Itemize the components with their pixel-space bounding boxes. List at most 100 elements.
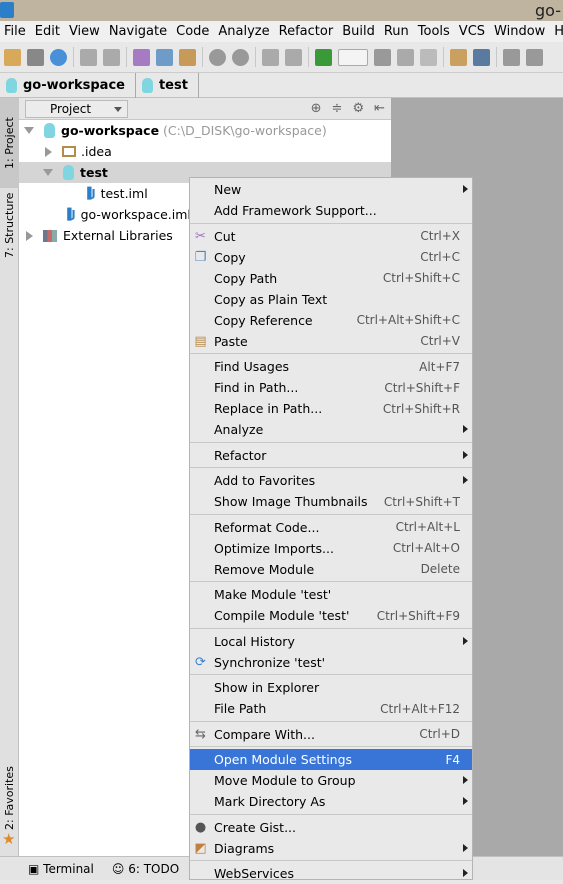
hide-panel-icon[interactable]: ⇤ [374,101,385,116]
menu-tools[interactable]: Tools [414,24,455,39]
menu-item-label: Compile Module 'test' [214,608,350,623]
coverage-icon[interactable] [420,48,437,66]
forward-icon[interactable] [285,48,302,66]
menu-build[interactable]: Build [338,24,380,39]
menu-item-copy-path[interactable]: Copy Path Ctrl+Shift+C [190,268,472,289]
menu-item-remove-module[interactable]: Remove Module Delete [190,559,472,580]
collapse-icon[interactable] [26,230,33,241]
android-sdk-icon[interactable] [503,48,520,66]
cut-icon[interactable] [133,48,150,66]
tree-label: test.iml [100,186,148,201]
breadcrumb-item[interactable]: go-workspace [0,72,136,98]
save-icon[interactable] [27,48,44,66]
gear-icon[interactable]: ⚙ [352,101,364,116]
menu-item-shortcut: Ctrl+Alt+Shift+C [356,313,460,327]
run-config-dropdown[interactable] [338,48,368,66]
menu-item-optimize-imports[interactable]: Optimize Imports... Ctrl+Alt+O [190,538,472,559]
menu-he[interactable]: He [550,24,563,39]
collapse-icon[interactable] [45,146,52,157]
project-view-label: Project [50,101,92,116]
menu-refactor[interactable]: Refactor [275,24,339,39]
github-icon: ● [194,819,207,835]
open-folder-icon[interactable] [4,48,21,66]
menu-item-label: Add Framework Support... [214,203,377,218]
menu-item-new[interactable]: New [190,179,472,200]
menu-item-webservices[interactable]: WebServices [190,863,472,884]
menu-item-replace-in-path[interactable]: Replace in Path... Ctrl+Shift+R [190,398,472,419]
menu-item-shortcut: Delete [420,562,460,576]
sync-icon[interactable] [50,48,67,66]
undo-icon[interactable] [80,48,97,66]
collapse-all-icon[interactable]: ≑ [332,101,343,116]
menu-code[interactable]: Code [172,24,214,39]
menu-item-shortcut: Ctrl+C [420,250,460,264]
tree-item-root[interactable]: go-workspace (C:\D_DISK\go-workspace) [19,120,391,141]
menu-item-analyze[interactable]: Analyze [190,419,472,440]
menu-analyze[interactable]: Analyze [214,24,274,39]
menu-vcs[interactable]: VCS [455,24,490,39]
android-avd-icon[interactable] [526,48,543,66]
copy-icon[interactable] [156,48,173,66]
run-icon[interactable] [374,48,391,66]
menu-item-diagrams[interactable]: ◩ Diagrams [190,838,472,859]
menu-item-open-module-settings[interactable]: Open Module Settings F4 [190,749,472,770]
menu-view[interactable]: View [65,24,105,39]
menu-item-local-history[interactable]: Local History [190,631,472,652]
tree-label: go-workspace.iml [80,207,191,222]
menu-item-refactor[interactable]: Refactor [190,445,472,466]
menu-navigate[interactable]: Navigate [105,24,172,39]
project-structure-icon[interactable] [473,48,490,66]
menu-item-cut[interactable]: ✂ Cut Ctrl+X [190,226,472,247]
tree-item-idea[interactable]: .idea [19,141,391,162]
project-view-selector[interactable]: Project [25,99,128,118]
redo-icon[interactable] [103,48,120,66]
make-icon[interactable] [315,48,332,66]
menu-item-move-module-to-group[interactable]: Move Module to Group [190,770,472,791]
menu-item-label: Compare With... [214,726,315,742]
breadcrumb-item[interactable]: test [136,72,199,98]
tree-label: go-workspace [61,123,160,138]
menu-file[interactable]: File [0,24,31,39]
tab-favorites[interactable]: 2: Favorites [0,763,19,833]
menu-item-paste[interactable]: ▤ Paste Ctrl+V [190,331,472,352]
menu-item-make-module-test[interactable]: Make Module 'test' [190,584,472,605]
menu-item-compare-with[interactable]: ⇆ Compare With... Ctrl+D [190,724,472,745]
expand-icon[interactable] [43,169,53,176]
settings-icon[interactable] [450,48,467,66]
tab-structure[interactable]: 7: Structure [0,190,19,260]
menu-item-add-to-favorites[interactable]: Add to Favorites [190,470,472,491]
menu-separator [190,746,472,747]
toolbar-separator [308,47,309,67]
paste-icon[interactable] [179,48,196,66]
back-icon[interactable] [262,48,279,66]
menu-item-reformat-code[interactable]: Reformat Code... Ctrl+Alt+L [190,517,472,538]
menu-item-file-path[interactable]: File Path Ctrl+Alt+F12 [190,698,472,719]
menu-item-add-framework-support[interactable]: Add Framework Support... [190,200,472,221]
find-icon[interactable] [209,48,226,66]
menu-item-find-usages[interactable]: Find Usages Alt+F7 [190,356,472,377]
menu-item-show-image-thumbnails[interactable]: Show Image Thumbnails Ctrl+Shift+T [190,491,472,512]
debug-icon[interactable] [397,48,414,66]
replace-icon[interactable] [232,48,249,66]
gopher-icon [141,77,153,93]
locate-icon[interactable]: ⊕ [311,101,322,116]
menu-run[interactable]: Run [380,24,414,39]
menu-item-shortcut: Ctrl+Shift+T [383,494,460,509]
tab-todo[interactable]: ☺ 6: TODO [112,862,179,876]
menu-item-synchronize-test[interactable]: ⟳ Synchronize 'test' [190,652,472,673]
menu-window[interactable]: Window [490,24,550,39]
menu-separator [190,222,472,224]
menu-item-copy[interactable]: ❐ Copy Ctrl+C [190,247,472,268]
expand-icon[interactable] [24,127,34,134]
menu-item-find-in-path[interactable]: Find in Path... Ctrl+Shift+F [190,377,472,398]
tab-terminal[interactable]: ▣ Terminal [28,862,94,876]
menu-item-mark-directory-as[interactable]: Mark Directory As [190,791,472,812]
menu-item-show-in-explorer[interactable]: Show in Explorer [190,677,472,698]
menu-item-copy-reference[interactable]: Copy Reference Ctrl+Alt+Shift+C [190,310,472,331]
menu-item-copy-as-plain-text[interactable]: Copy as Plain Text [190,289,472,310]
menu-item-label: Copy Path [214,270,278,286]
tab-project[interactable]: 1: Project [0,98,19,188]
menu-item-create-gist[interactable]: ● Create Gist... [190,817,472,838]
menu-edit[interactable]: Edit [31,24,65,39]
menu-item-compile-module-test[interactable]: Compile Module 'test' Ctrl+Shift+F9 [190,605,472,626]
